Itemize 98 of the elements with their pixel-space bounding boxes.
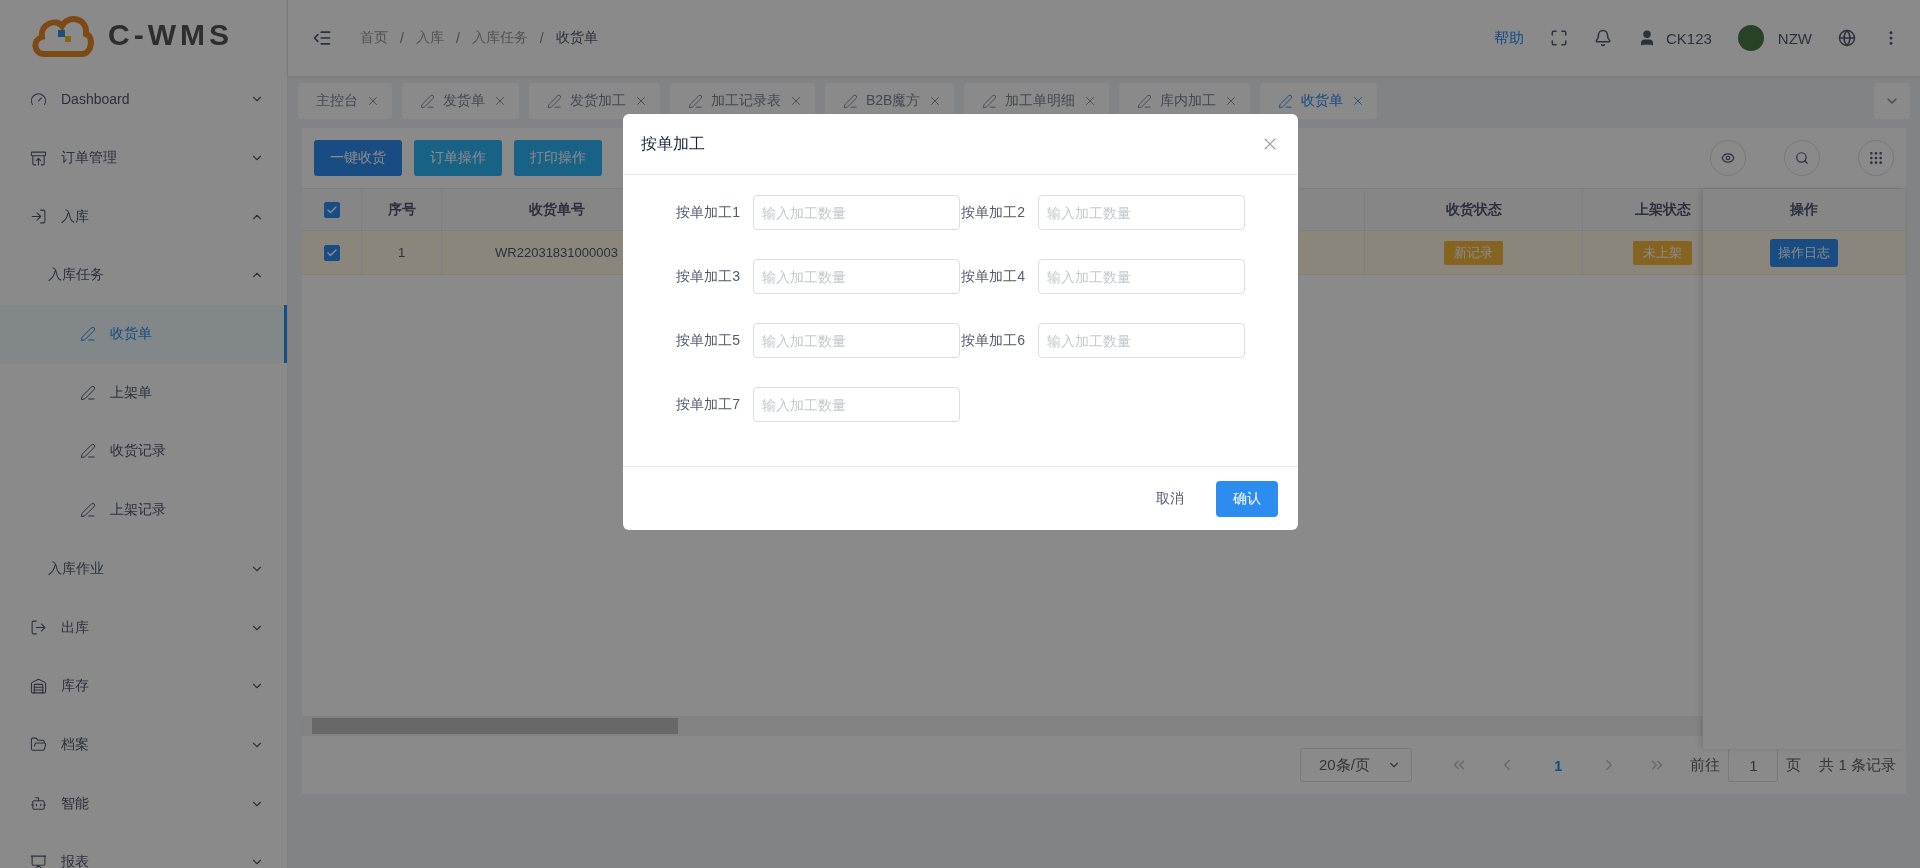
- sidebar-item[interactable]: 入库: [0, 187, 287, 247]
- page-tab[interactable]: 发货加工: [529, 83, 660, 119]
- input-field[interactable]: 输入加工数量: [753, 195, 960, 230]
- sidebar-item[interactable]: 收货单: [0, 304, 287, 364]
- confirm-button[interactable]: 确认: [1216, 480, 1278, 517]
- status-tag: 新记录: [1444, 240, 1503, 265]
- dialog-title: 按单加工: [641, 133, 705, 154]
- folder-icon: [30, 736, 47, 754]
- page-tab[interactable]: 主控台: [298, 83, 392, 119]
- toolbar-button[interactable]: 打印操作: [514, 140, 602, 176]
- toolbar-button[interactable]: 一键收货: [314, 140, 402, 176]
- checkbox[interactable]: [323, 244, 340, 261]
- input-field[interactable]: 输入加工数量: [753, 387, 960, 422]
- breadcrumb-separator: /: [400, 30, 404, 46]
- eye-icon: [1721, 151, 1735, 165]
- column-header: 序号: [362, 189, 442, 230]
- pen-icon: [1278, 93, 1294, 109]
- page-tab[interactable]: 收货单: [1260, 83, 1378, 119]
- sidebar-item[interactable]: 报表: [0, 832, 287, 868]
- close-icon[interactable]: [634, 94, 648, 108]
- input-field[interactable]: 输入加工数量: [1038, 195, 1245, 230]
- pen-icon: [843, 93, 858, 109]
- field-label: 按单加工1: [675, 203, 740, 222]
- column-header: 操作: [1703, 189, 1906, 230]
- page-size-select[interactable]: 20条/页: [1299, 748, 1412, 782]
- checkbox[interactable]: [323, 201, 340, 218]
- input-field[interactable]: 输入加工数量: [1038, 323, 1245, 358]
- avatar[interactable]: [1737, 25, 1764, 51]
- logo-text: C-WMS: [108, 18, 233, 52]
- breadcrumb-separator: /: [539, 30, 544, 46]
- help-link[interactable]: 帮助: [1493, 28, 1524, 48]
- login-icon: [30, 208, 47, 226]
- toolbar-button[interactable]: 订单操作: [414, 140, 502, 176]
- columns-button[interactable]: [1858, 140, 1894, 176]
- sidebar-item[interactable]: 库存: [0, 656, 287, 716]
- sidebar-item[interactable]: 订单管理: [0, 128, 287, 188]
- pen-icon: [982, 93, 998, 109]
- table-cell: 1: [362, 231, 442, 274]
- account-name[interactable]: NZW: [1777, 29, 1812, 47]
- close-icon[interactable]: [366, 94, 380, 108]
- menu-collapse-icon[interactable]: [312, 28, 332, 48]
- search-button[interactable]: [1784, 140, 1820, 176]
- input-field[interactable]: 输入加工数量: [753, 323, 960, 358]
- pen-icon: [80, 502, 96, 519]
- scrollbar-thumb[interactable]: [312, 718, 678, 734]
- sidebar-item[interactable]: 档案: [0, 715, 287, 775]
- field-label: 按单加工4: [960, 267, 1025, 286]
- fullscreen-icon[interactable]: [1549, 29, 1568, 47]
- breadcrumb-link[interactable]: 收货单: [555, 29, 598, 47]
- sidebar-item[interactable]: 入库作业: [0, 539, 287, 599]
- pen-icon: [420, 93, 435, 109]
- field-label: 按单加工7: [675, 395, 740, 414]
- goto-input[interactable]: 1: [1728, 748, 1779, 782]
- input-field[interactable]: 输入加工数量: [753, 259, 960, 294]
- chart-board-icon: [30, 853, 47, 868]
- pen-icon: [1137, 93, 1153, 109]
- check-icon: [325, 203, 338, 216]
- view-button[interactable]: [1710, 140, 1746, 176]
- logout-icon: [30, 619, 47, 637]
- search-icon: [1795, 151, 1809, 165]
- globe-icon[interactable]: [1838, 29, 1856, 47]
- pen-icon: [688, 93, 703, 109]
- pen-icon: [80, 326, 96, 343]
- check-icon: [325, 246, 338, 259]
- status-tag: 未上架: [1633, 240, 1692, 265]
- gauge-icon: [30, 90, 47, 108]
- sidebar-item[interactable]: 收货记录: [0, 422, 287, 481]
- field-label: 按单加工6: [960, 331, 1025, 350]
- breadcrumb-separator: /: [455, 30, 460, 46]
- sidebar-item[interactable]: 上架记录: [0, 480, 287, 540]
- grid-icon: [1868, 150, 1884, 166]
- sidebar-item[interactable]: 出库: [0, 598, 287, 657]
- page-number[interactable]: 1: [1539, 756, 1577, 774]
- inbox-icon: [30, 149, 47, 167]
- page-unit: 页: [1786, 755, 1802, 775]
- close-icon[interactable]: [493, 94, 507, 108]
- bell-icon[interactable]: [1593, 29, 1612, 47]
- column-header: 收货状态: [1365, 189, 1583, 230]
- user-name[interactable]: CK123: [1665, 29, 1712, 47]
- log-button[interactable]: 操作日志: [1770, 238, 1838, 267]
- sidebar-item[interactable]: Dashboard: [0, 70, 287, 129]
- field-label: 按单加工2: [960, 203, 1025, 222]
- pen-icon: [80, 443, 96, 460]
- close-icon[interactable]: [789, 94, 803, 108]
- field-label: 按单加工5: [675, 331, 740, 350]
- total-count: 共 1 条记录: [1819, 755, 1896, 775]
- robot-icon: [30, 795, 47, 813]
- sidebar-item[interactable]: 上架单: [0, 363, 287, 423]
- pen-icon: [80, 384, 96, 401]
- goto-label: 前往: [1690, 755, 1721, 775]
- field-label: 按单加工3: [675, 267, 740, 286]
- input-field[interactable]: 输入加工数量: [1038, 259, 1245, 294]
- sidebar-item[interactable]: 智能: [0, 774, 287, 833]
- pen-icon: [547, 93, 562, 109]
- warehouse-icon: [30, 677, 47, 695]
- tabs-dropdown-button[interactable]: [1874, 83, 1910, 119]
- sidebar-item[interactable]: 入库任务: [0, 246, 287, 305]
- page-tab[interactable]: 发货单: [402, 83, 519, 119]
